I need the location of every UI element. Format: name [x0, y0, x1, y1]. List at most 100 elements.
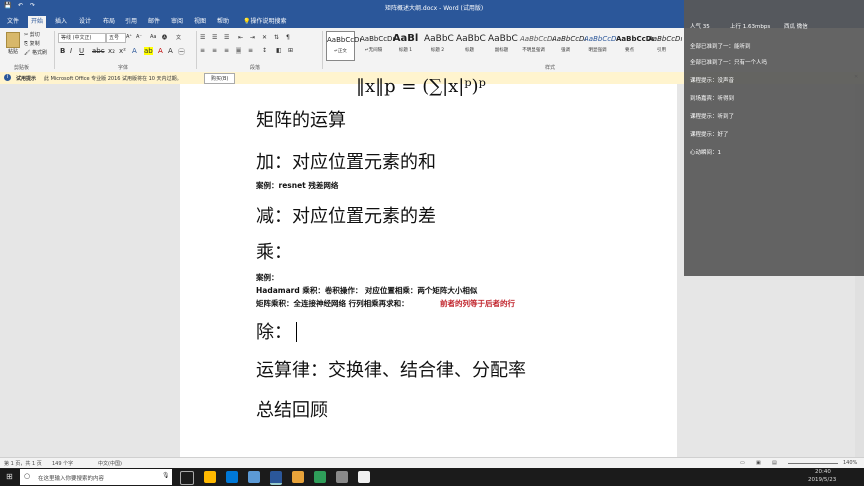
style-title[interactable]: AaBbC 标题 — [456, 31, 486, 59]
app-icon[interactable] — [292, 471, 304, 483]
tab-view[interactable]: 视图 — [191, 16, 209, 28]
chat-message: 全部已准到了一：只有一个人吗 — [690, 60, 768, 66]
print-layout-icon[interactable]: ▣ — [756, 460, 761, 466]
app-icon[interactable] — [248, 471, 260, 483]
clear-format-icon[interactable]: 🅐 — [162, 34, 167, 41]
buy-button[interactable]: 购买(B) — [204, 73, 236, 84]
style-heading2[interactable]: AaBbC 标题 2 — [424, 31, 454, 59]
formula: ‖x‖p = (∑|x|ᵖ)ᵖ — [356, 76, 486, 97]
style-no-spacing[interactable]: AaBbCcDı ↵无间隔 — [360, 31, 394, 59]
enclose-char-icon[interactable]: ㊀ — [178, 47, 185, 57]
char-shading-icon[interactable]: A — [168, 47, 173, 55]
search-box[interactable]: ○ 在这里输入你要搜索的内容 🎙 — [20, 469, 172, 485]
document-page[interactable]: ‖x‖p = (∑|x|ᵖ)ᵖ 矩阵的运算 加：对应位置元素的和 案例：resn… — [180, 76, 677, 457]
zoom-slider[interactable] — [788, 463, 838, 464]
styles-group-label: 样式 — [545, 65, 556, 71]
borders-icon[interactable]: ⊞ — [288, 47, 293, 54]
align-center-icon[interactable]: ≡ — [212, 47, 217, 54]
search-icon: ○ — [24, 472, 31, 480]
doc-line: 矩阵乘积：全连接神经网络 行列相乘再求和： — [256, 299, 409, 308]
shrink-font-icon[interactable]: A⁻ — [136, 34, 142, 40]
web-layout-icon[interactable]: ▤ — [772, 460, 777, 466]
app-icon[interactable] — [336, 471, 348, 483]
paste-button[interactable]: 粘贴 — [4, 32, 22, 55]
style-normal[interactable]: AaBbCcDı ↵正文 — [326, 31, 361, 61]
format-painter-button[interactable]: 🖌 格式刷 — [24, 49, 47, 56]
tab-mailings[interactable]: 邮件 — [145, 16, 163, 28]
style-subtle-emphasis[interactable]: AaBbCcDı 不明显强调 — [520, 31, 554, 59]
align-right-icon[interactable]: ≡ — [224, 47, 229, 54]
style-quote[interactable]: AaBbCcDı 引用 — [648, 31, 682, 59]
start-icon[interactable]: ⊞ — [6, 472, 13, 481]
clock-time[interactable]: 20:40 — [815, 469, 831, 475]
task-view-icon[interactable] — [180, 471, 194, 485]
increase-indent-icon[interactable]: ⇥ — [250, 34, 255, 41]
read-mode-icon[interactable]: ▭ — [740, 460, 745, 466]
italic-icon[interactable]: I — [70, 47, 72, 55]
app-icon[interactable] — [314, 471, 326, 483]
shading-icon[interactable]: ◧ — [276, 47, 282, 54]
text-effects-icon[interactable]: A — [132, 47, 137, 55]
decrease-indent-icon[interactable]: ⇤ — [238, 34, 243, 41]
save-icon[interactable]: 💾 — [4, 2, 11, 9]
chat-message: 课程提示：好了 — [690, 132, 729, 138]
sort-icon[interactable]: ⇅ — [274, 34, 279, 41]
word-icon[interactable] — [270, 471, 282, 485]
justify-icon[interactable]: ≡ — [236, 47, 242, 54]
page-count[interactable]: 第 1 页，共 1 页 — [4, 460, 42, 467]
style-heading1[interactable]: AaBl 标题 1 — [392, 31, 419, 59]
copy-button[interactable]: ⎘ 复制 — [24, 40, 40, 47]
style-preview: AaBbC — [424, 34, 454, 44]
undo-icon[interactable]: ↶ — [18, 2, 23, 9]
style-subtitle[interactable]: AaBbC 副标题 — [488, 31, 518, 59]
font-size-box[interactable]: 五号 — [106, 33, 126, 43]
doc-line: 案例：resnet 残差网络 — [256, 181, 339, 190]
tab-review[interactable]: 审阅 — [168, 16, 186, 28]
line-spacing-icon[interactable]: ↕ — [262, 47, 267, 54]
font-color-icon[interactable]: A — [158, 47, 163, 55]
tab-insert[interactable]: 插入 — [52, 16, 70, 28]
phonetic-icon[interactable]: 文 — [176, 34, 181, 41]
clock-date[interactable]: 2019/5/23 — [808, 477, 836, 483]
superscript-icon[interactable]: x² — [119, 47, 126, 55]
style-emphasis[interactable]: AaBbCcDı 强调 — [552, 31, 586, 59]
tab-references[interactable]: 引用 — [122, 16, 140, 28]
tab-file[interactable]: 文件 — [4, 16, 22, 28]
paragraph-group-label: 段落 — [250, 65, 261, 71]
numbering-icon[interactable]: ☰ — [212, 34, 217, 41]
zoom-level[interactable]: 140% — [843, 460, 857, 466]
align-left-icon[interactable]: ≡ — [200, 47, 205, 54]
bullets-icon[interactable]: ☰ — [200, 34, 205, 41]
upload-rate: 上行 1.63mbps — [730, 24, 771, 30]
info-label: 试用提示 — [16, 76, 37, 82]
show-marks-icon[interactable]: ¶ — [286, 34, 290, 41]
store-icon[interactable] — [226, 471, 238, 483]
style-name: 标题 — [465, 48, 474, 53]
mic-icon: 🎙 — [162, 472, 170, 479]
language[interactable]: 中文(中国) — [98, 460, 122, 467]
app-icon[interactable] — [358, 471, 370, 483]
subscript-icon[interactable]: x₂ — [108, 47, 115, 55]
highlight-icon[interactable]: ab — [144, 47, 153, 55]
file-explorer-icon[interactable] — [204, 471, 216, 483]
bold-icon[interactable]: B — [60, 47, 65, 55]
tell-me-search[interactable]: 💡操作说明搜索 — [240, 16, 290, 28]
strikethrough-icon[interactable]: abc — [92, 47, 105, 55]
grow-font-icon[interactable]: A⁺ — [126, 34, 132, 40]
tab-help[interactable]: 帮助 — [214, 16, 232, 28]
font-name-box[interactable]: 等线 (中文正) — [58, 33, 106, 43]
redo-icon[interactable]: ↷ — [30, 2, 35, 9]
style-strong[interactable]: AaBbCcDı 要点 — [616, 31, 654, 59]
distributed-icon[interactable]: ≡ — [248, 47, 253, 54]
multilevel-list-icon[interactable]: ☰ — [224, 34, 229, 41]
word-count[interactable]: 149 个字 — [52, 460, 73, 467]
tab-layout[interactable]: 布局 — [100, 16, 118, 28]
chinese-layout-icon[interactable]: ✕ — [262, 34, 267, 41]
style-intense-emphasis[interactable]: AaBbCcDı 明显强调 — [584, 31, 618, 59]
viewer-count: 人气 35 — [690, 24, 710, 30]
change-case-icon[interactable]: Aa — [150, 34, 156, 40]
underline-icon[interactable]: U — [79, 47, 84, 55]
cut-button[interactable]: ✂ 剪切 — [24, 31, 40, 38]
tab-design[interactable]: 设计 — [76, 16, 94, 28]
tab-home[interactable]: 开始 — [28, 16, 47, 28]
